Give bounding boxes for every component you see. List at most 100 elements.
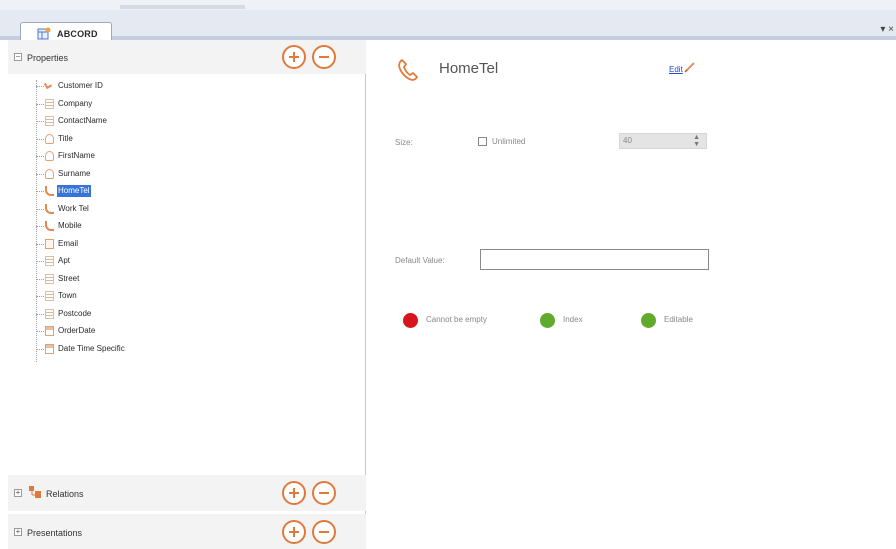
tree-item[interactable]: HomeTel xyxy=(36,185,236,198)
tree-connector xyxy=(36,138,44,140)
tree-item[interactable]: Title xyxy=(36,133,236,146)
text-field-icon xyxy=(45,116,54,126)
tree-item[interactable]: Date Time Specific xyxy=(36,343,236,356)
add-presentation-button[interactable] xyxy=(282,520,306,544)
tree-item-label: Postcode xyxy=(58,308,92,318)
remove-property-button[interactable] xyxy=(312,45,336,69)
tree-item-label: Mobile xyxy=(58,221,82,230)
tree-item[interactable]: Postcode xyxy=(36,308,236,321)
default-value-label: Default Value: xyxy=(395,256,445,265)
tree-item[interactable]: OrderDate xyxy=(36,325,236,338)
tree-item[interactable]: ContactName xyxy=(36,115,236,128)
minus-icon xyxy=(319,56,329,58)
phone-icon xyxy=(45,221,54,231)
tree-item[interactable]: Apt xyxy=(36,255,236,268)
tree-connector xyxy=(36,226,44,227)
collapse-icon[interactable]: − xyxy=(14,53,22,61)
tree-item-label: Work Tel xyxy=(58,203,89,213)
tree-item[interactable]: Company xyxy=(36,98,236,111)
mail-icon xyxy=(45,238,54,249)
size-label: Size: xyxy=(395,138,413,147)
default-value-input[interactable] xyxy=(480,249,709,270)
unlimited-checkbox[interactable] xyxy=(478,137,487,146)
remove-presentation-button[interactable] xyxy=(312,520,336,544)
expand-icon[interactable]: + xyxy=(14,489,22,497)
tree-item[interactable]: FirstName xyxy=(36,150,236,163)
presentations-group-header[interactable]: + Presentations xyxy=(8,514,366,549)
text-field-icon xyxy=(45,256,54,266)
tree-connector xyxy=(36,278,44,280)
table-icon xyxy=(37,27,51,40)
document-tab-label: ABCORD xyxy=(57,29,98,39)
tree-item-label: Customer ID xyxy=(58,81,103,90)
calendar-icon xyxy=(45,326,54,336)
tree-connector xyxy=(36,156,44,157)
tree-connector xyxy=(36,103,44,105)
tree-item-label: Surname xyxy=(58,168,91,178)
tree-connector xyxy=(36,296,44,297)
tree-item-label: Email xyxy=(58,238,79,248)
tree-item[interactable]: Surname xyxy=(36,168,236,181)
text-field-icon xyxy=(45,308,54,319)
field-name-title: HomeTel xyxy=(439,60,499,77)
calendar-icon xyxy=(45,343,54,354)
plus-icon-v xyxy=(293,527,295,537)
person-icon xyxy=(45,168,54,179)
editable-label: Editable xyxy=(664,315,693,324)
cannot-be-empty-indicator[interactable] xyxy=(403,313,418,328)
text-field-icon xyxy=(45,98,54,109)
tree-connector xyxy=(36,243,44,245)
tree-connector xyxy=(36,86,44,87)
tree-connector xyxy=(36,348,44,350)
tree-item-label: Street xyxy=(58,273,80,283)
add-property-button[interactable] xyxy=(282,45,306,69)
entity-panel: − Properties Customer ID Company ContactNa… xyxy=(8,40,366,549)
tree-connector xyxy=(36,313,44,315)
top-strip-ghost-tab xyxy=(120,5,245,9)
unlimited-label: Unlimited xyxy=(492,137,526,146)
size-value: 40 xyxy=(623,136,632,145)
tree-item-label: Date Time Specific xyxy=(58,343,125,353)
edit-link[interactable]: Edit xyxy=(669,65,683,74)
phone-icon xyxy=(45,186,54,196)
app-window: ABCORD ▾ × − Properties Customer ID Compa… xyxy=(0,0,896,549)
remove-relation-button[interactable] xyxy=(312,481,336,505)
person-icon xyxy=(45,151,54,161)
minus-icon xyxy=(319,492,329,494)
tree-item-label: FirstName xyxy=(58,151,95,160)
tree-item[interactable]: Town xyxy=(36,290,236,303)
tree-item[interactable]: Email xyxy=(36,238,236,251)
tree-connector xyxy=(36,261,44,262)
relations-header-label: Relations xyxy=(46,489,84,499)
tree-item[interactable]: Street xyxy=(36,273,236,286)
tree-item-label: Town xyxy=(58,291,77,300)
pencil-icon[interactable] xyxy=(683,60,697,74)
tree-item[interactable]: Customer ID xyxy=(36,80,236,93)
tree-connector xyxy=(36,331,44,332)
relations-icon xyxy=(29,486,41,498)
text-field-icon xyxy=(45,273,54,284)
tree-item-label: OrderDate xyxy=(58,326,96,335)
tree-connector xyxy=(36,173,44,175)
index-indicator[interactable] xyxy=(540,313,555,328)
index-label: Index xyxy=(563,315,583,324)
phone-icon xyxy=(398,59,418,81)
tree-item[interactable]: Mobile xyxy=(36,220,236,233)
person-icon xyxy=(45,133,54,144)
tree-item[interactable]: Work Tel xyxy=(36,203,236,216)
cannot-be-empty-label: Cannot be empty xyxy=(426,315,487,324)
tree-connector xyxy=(36,191,44,192)
relations-group-header[interactable]: + Relations xyxy=(8,475,366,511)
tree-item-label: Apt xyxy=(58,256,71,265)
properties-group-header[interactable]: − Properties xyxy=(8,40,366,74)
spinner-arrows-icon[interactable]: ▲ ▼ xyxy=(693,134,700,148)
tree-item-label: Title xyxy=(58,133,73,143)
top-strip xyxy=(0,0,896,10)
add-relation-button[interactable] xyxy=(282,481,306,505)
editable-indicator[interactable] xyxy=(641,313,656,328)
minus-icon xyxy=(319,531,329,533)
tree-item-label: Company xyxy=(58,98,93,108)
tab-window-controls[interactable]: ▾ × xyxy=(880,24,894,35)
size-stepper[interactable]: 40 ▲ ▼ xyxy=(619,133,707,149)
expand-icon[interactable]: + xyxy=(14,528,22,536)
